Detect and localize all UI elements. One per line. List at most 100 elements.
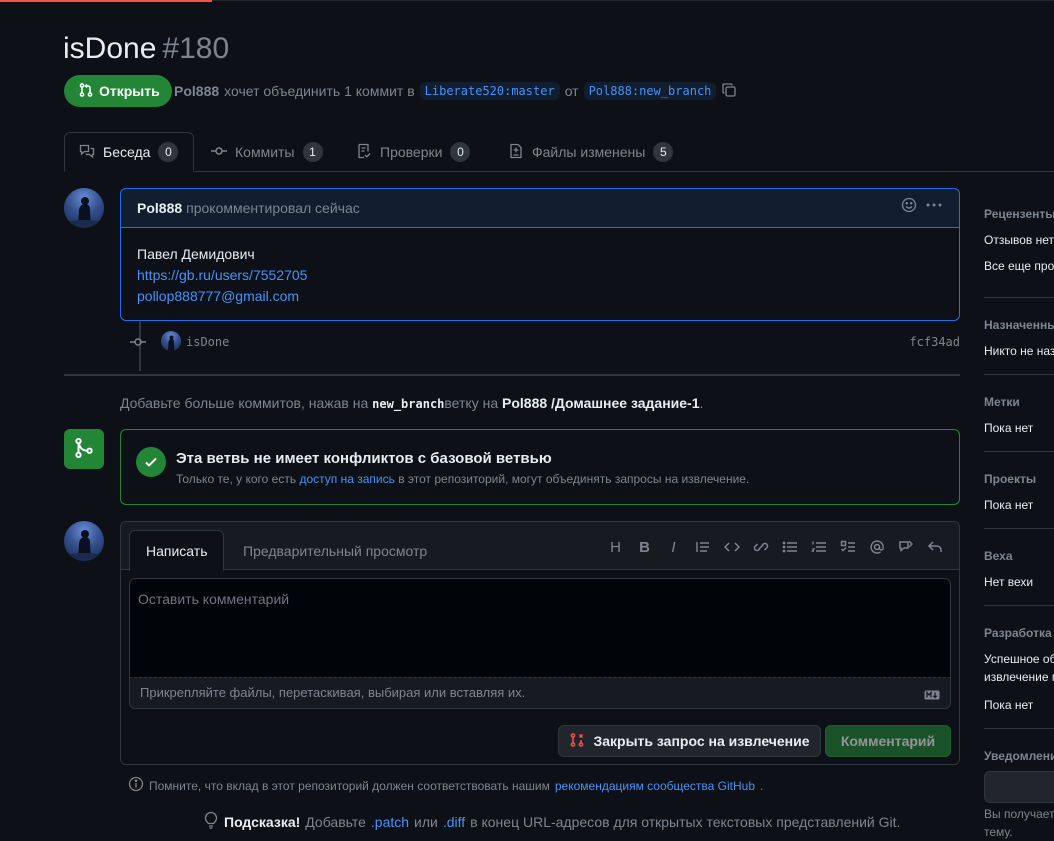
pr-state-label: Открыть (99, 83, 160, 99)
community-guidelines-link[interactable]: рекомендациям сообщества GitHub (555, 779, 755, 793)
mention-icon[interactable] (866, 539, 887, 555)
checklist-icon (356, 143, 372, 162)
protip: Подсказка! Добавьте .patch или .diff в ко… (203, 811, 900, 832)
close-pr-label: Закрыть запрос на извлечение (593, 733, 810, 749)
reply-icon[interactable] (924, 539, 945, 555)
tab-files-changed[interactable]: Файлы изменены 5 (508, 132, 674, 172)
sidebar-reviewers-heading[interactable]: Рецензенты (984, 207, 1054, 221)
link-icon[interactable] (750, 539, 771, 555)
commit-row: isDone fcf34ad (120, 330, 960, 354)
tab-checks[interactable]: Проверки 0 (356, 132, 471, 172)
comment-line-name: Павел Демидович (137, 246, 255, 262)
comment-textarea[interactable]: Оставить комментарий (129, 578, 951, 678)
smiley-icon[interactable] (901, 197, 917, 216)
cross-reference-icon[interactable] (895, 539, 916, 555)
merge-status-title: Эта ветвь не имеет конфликтов с базовой … (176, 450, 552, 467)
light-bulb-icon (203, 811, 219, 832)
protip-text1: Добавьте (305, 813, 366, 830)
diff-link[interactable]: .diff (443, 814, 465, 830)
close-pr-button[interactable]: Закрыть запрос на извлечение (558, 725, 821, 757)
hint-repo[interactable]: Pol888 /Домашнее задание-1 (502, 395, 700, 411)
pr-tabs: Беседа 0 Коммиты 1 Проверки 0 Файлы изме… (64, 132, 1054, 172)
comment-editor: Написать Предварительный просмотр H B I … (120, 521, 960, 765)
sidebar-projects-value: Пока нет (984, 498, 1034, 512)
italic-icon[interactable]: I (663, 539, 684, 556)
write-access-link[interactable]: доступ на запись (299, 472, 394, 486)
page-loading-bar (0, 0, 212, 2)
sidebar-reviewers-progress: Все еще продолжается (984, 259, 1054, 273)
hint-middle: ветку на (444, 395, 499, 411)
timeline-end-divider (64, 374, 960, 376)
tasklist-icon[interactable] (837, 539, 858, 555)
comment-header: Pol888 прокомментировал сейчас (121, 189, 959, 228)
patch-link[interactable]: .patch (371, 814, 409, 830)
sidebar-projects-heading[interactable]: Проекты (984, 472, 1054, 486)
ordered-list-icon[interactable] (808, 539, 829, 555)
from-word: от (564, 83, 579, 99)
header-divider (212, 0, 1054, 1)
markdown-icon[interactable] (924, 688, 940, 703)
comment-submit-button[interactable]: Комментарий (825, 725, 951, 757)
add-commits-hint: Добавьте больше коммитов, нажав на new_b… (120, 395, 703, 411)
editor-header: Написать Предварительный просмотр H B I (121, 522, 959, 571)
base-branch-label[interactable]: Liberate520:master (419, 82, 560, 100)
pr-title: isDone #180 (63, 30, 229, 68)
git-commit-icon (211, 143, 227, 162)
sidebar-notifications-text1: Вы получаете (984, 807, 1054, 821)
notification-subscribe-button[interactable] (984, 771, 1054, 803)
sidebar-development-heading[interactable]: Разработка (984, 626, 1054, 640)
comment-profile-link[interactable]: https://gb.ru/users/7552705 (137, 267, 307, 283)
tab-checks-count: 0 (450, 142, 471, 162)
sidebar-divider (984, 528, 1054, 529)
hint-suffix: . (699, 395, 704, 411)
markdown-toolbar: H B I (605, 539, 945, 556)
commit-message[interactable]: isDone (186, 335, 229, 349)
sidebar-divider (984, 297, 1054, 298)
git-commit-icon (130, 335, 146, 352)
comment-discussion-icon (79, 143, 95, 162)
commit-sha[interactable]: fcf34ad (909, 335, 960, 349)
protip-bold: Подсказка! (224, 813, 301, 830)
comment-body: Павел Демидович https://gb.ru/users/7552… (121, 228, 959, 307)
comment-author[interactable]: Pol888 (137, 200, 182, 216)
merge-status-icon-box (64, 429, 104, 469)
sidebar-milestone-heading[interactable]: Веха (984, 549, 1054, 563)
sidebar-development-line1: Успешное объединение (984, 652, 1054, 666)
tab-commits-count: 1 (302, 142, 323, 162)
contribution-reminder: Помните, что вклад в этот репозиторий до… (128, 776, 763, 795)
heading-icon[interactable]: H (605, 539, 626, 556)
comment-author-avatar[interactable] (64, 188, 104, 228)
pr-title-text: isDone (63, 32, 157, 65)
quote-icon[interactable] (692, 539, 713, 555)
sidebar-divider (984, 605, 1054, 606)
bold-icon[interactable]: B (634, 539, 655, 556)
attach-text: Прикрепляйте файлы, перетаскивая, выбира… (140, 685, 526, 700)
commit-author-avatar[interactable] (161, 331, 181, 351)
tab-preview[interactable]: Предварительный просмотр (227, 530, 443, 571)
git-merge-icon (73, 437, 95, 462)
merge-sub-suffix: в этот репозиторий, могут объединять зап… (398, 472, 750, 486)
git-pull-request-closed-icon (569, 732, 585, 751)
sidebar-reviewers-none: Отзывов нет (984, 233, 1054, 247)
head-branch-label[interactable]: Pol888:new_branch (583, 82, 717, 100)
check-icon (136, 447, 166, 477)
sidebar-divider (984, 374, 1054, 375)
code-icon[interactable] (721, 539, 742, 555)
protip-text2: в конец URL-адресов для открытых текстов… (470, 813, 901, 830)
kebab-horizontal-icon[interactable] (925, 197, 943, 216)
comment-email-link[interactable]: pollop888777@gmail.com (137, 288, 299, 304)
copy-icon[interactable] (721, 82, 737, 101)
sidebar-divider (984, 451, 1054, 452)
tab-conversation[interactable]: Беседа 0 (64, 132, 195, 172)
tab-write[interactable]: Написать (129, 530, 225, 571)
pr-author-link[interactable]: Pol888 (174, 83, 219, 99)
sidebar-milestone-value: Нет вехи (984, 575, 1034, 589)
pr-number: #180 (162, 32, 230, 65)
file-attachment-area[interactable]: Прикрепляйте файлы, перетаскивая, выбира… (129, 677, 951, 709)
tab-files-count: 5 (653, 142, 674, 162)
tab-commits[interactable]: Коммиты 1 (211, 132, 323, 172)
current-user-avatar[interactable] (64, 521, 104, 561)
sidebar-labels-heading[interactable]: Метки (984, 395, 1054, 409)
sidebar-assignees-heading[interactable]: Назначенные (984, 318, 1054, 332)
unordered-list-icon[interactable] (779, 539, 800, 555)
